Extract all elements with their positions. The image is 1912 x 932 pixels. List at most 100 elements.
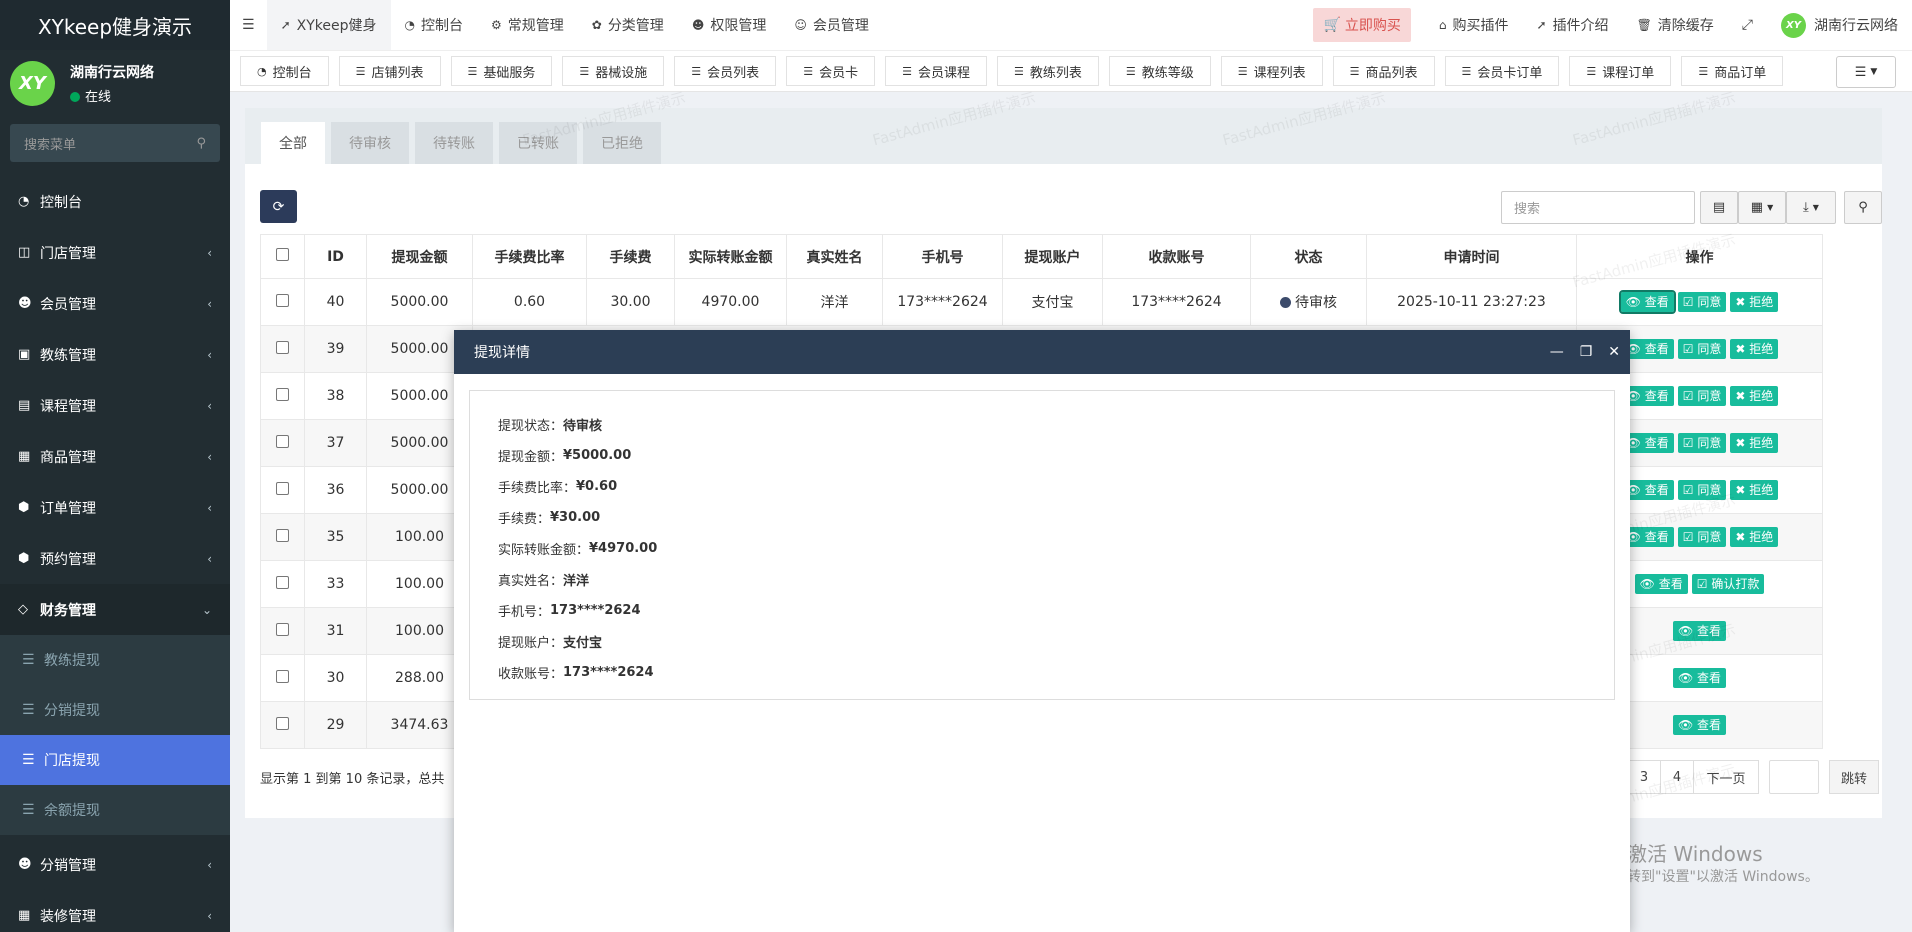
sidebar-item-dashboard[interactable]: ◔ 控制台 [0, 176, 230, 227]
agree-button[interactable]: ☑ 同意 [1677, 433, 1727, 453]
col-rate[interactable]: 手续费比率 [472, 234, 587, 279]
topnav-category[interactable]: ✿ 分类管理 [578, 0, 678, 50]
col-receive[interactable]: 收款账号 [1102, 234, 1251, 279]
sidebar-item-store-withdraw[interactable]: ☰ 门店提现 [0, 735, 230, 785]
view-button[interactable]: 👁 查看 [1634, 574, 1688, 594]
tab-goods-order[interactable]: ☰ 商品订单 [1681, 56, 1784, 86]
tab-coach-level[interactable]: ☰ 教练等级 [1108, 56, 1211, 86]
row-checkbox[interactable] [260, 560, 305, 608]
sidebar-item-finance[interactable]: ◇ 财务管理 ⌄ [0, 584, 230, 635]
topnav-permission[interactable]: ☻ 权限管理 [678, 0, 781, 50]
tab-equipment[interactable]: ☰ 器械设施 [562, 56, 665, 86]
reject-button[interactable]: ✖ 拒绝 [1730, 292, 1779, 312]
status-tab-to-transfer[interactable]: 待转账 [415, 122, 493, 164]
status-tab-pending[interactable]: 待审核 [331, 122, 409, 164]
clear-cache-link[interactable]: 🗑 清除缓存 [1623, 0, 1728, 50]
tab-basic-service[interactable]: ☰ 基础服务 [450, 56, 553, 86]
sidebar-item-coach[interactable]: ▣ 教练管理 ‹ [0, 329, 230, 380]
row-checkbox[interactable] [260, 466, 305, 514]
row-checkbox[interactable] [260, 372, 305, 420]
buy-now-button[interactable]: 🛒 立即购买 [1313, 8, 1411, 42]
tab-course-order[interactable]: ☰ 课程订单 [1569, 56, 1672, 86]
brand-logo[interactable]: XYkeep健身演示 [0, 0, 230, 50]
reject-button[interactable]: ✖ 拒绝 [1730, 339, 1779, 359]
tab-member-list[interactable]: ☰ 会员列表 [674, 56, 777, 86]
tab-member-card[interactable]: ☰ 会员卡 [786, 56, 876, 86]
view-button[interactable]: 👁 查看 [1672, 715, 1727, 735]
col-name[interactable]: 真实姓名 [786, 234, 883, 279]
sidebar-item-distribution-withdraw[interactable]: ☰ 分销提现 [0, 685, 230, 735]
tab-coach-list[interactable]: ☰ 教练列表 [996, 56, 1099, 86]
confirm-payment-button[interactable]: ☑ 确认打款 [1691, 574, 1765, 594]
reject-button[interactable]: ✖ 拒绝 [1730, 386, 1779, 406]
table-search-input[interactable]: 搜索 [1501, 191, 1695, 224]
view-button[interactable]: 👁 查看 [1672, 668, 1727, 688]
page-3[interactable]: 3 [1627, 760, 1661, 794]
agree-button[interactable]: ☑ 同意 [1677, 386, 1727, 406]
sidebar-item-member[interactable]: ☻ 会员管理 ‹ [0, 278, 230, 329]
tab-menu-button[interactable]: ☰ ▼ [1836, 56, 1896, 88]
row-checkbox[interactable] [260, 513, 305, 561]
export-button[interactable]: ⤓ ▼ [1786, 191, 1836, 224]
tab-goods-list[interactable]: ☰ 商品列表 [1332, 56, 1435, 86]
reject-button[interactable]: ✖ 拒绝 [1730, 527, 1779, 547]
topnav-user[interactable]: XY 湖南行云网络 [1767, 0, 1912, 50]
tab-card-order[interactable]: ☰ 会员卡订单 [1444, 56, 1560, 86]
maximize-icon[interactable]: ❐ [1580, 344, 1593, 360]
search-icon[interactable]: ⚲ [196, 136, 206, 151]
sidebar-toggle-icon[interactable]: ☰ [230, 0, 267, 50]
topnav-member[interactable]: ☺ 会员管理 [780, 0, 883, 50]
col-fee[interactable]: 手续费 [586, 234, 675, 279]
next-page-button[interactable]: 下一页 [1693, 760, 1759, 794]
topnav-general[interactable]: ⚙ 常规管理 [477, 0, 578, 50]
agree-button[interactable]: ☑ 同意 [1677, 480, 1727, 500]
sidebar-item-booking[interactable]: ⬢ 预约管理 ‹ [0, 533, 230, 584]
page-jump-input[interactable] [1769, 760, 1819, 794]
status-tab-transferred[interactable]: 已转账 [499, 122, 577, 164]
row-checkbox[interactable] [260, 419, 305, 467]
sidebar-item-coach-withdraw[interactable]: ☰ 教练提现 [0, 635, 230, 685]
columns-button[interactable]: ▦ ▼ [1738, 191, 1786, 224]
agree-button[interactable]: ☑ 同意 [1677, 339, 1727, 359]
toggle-view-button[interactable]: ▤ [1700, 191, 1738, 224]
tab-dashboard[interactable]: ◔ 控制台 [240, 56, 329, 86]
col-time[interactable]: 申请时间 [1366, 234, 1577, 279]
col-actual[interactable]: 实际转账金额 [674, 234, 787, 279]
buy-plugin-link[interactable]: ⌂ 购买插件 [1425, 0, 1523, 50]
fullscreen-icon[interactable]: ⤢ [1728, 0, 1767, 50]
reject-button[interactable]: ✖ 拒绝 [1730, 480, 1779, 500]
tab-course-list[interactable]: ☰ 课程列表 [1220, 56, 1323, 86]
col-phone[interactable]: 手机号 [882, 234, 1003, 279]
row-checkbox[interactable] [260, 701, 305, 749]
view-button[interactable]: 👁 查看 [1672, 621, 1727, 641]
agree-button[interactable]: ☑ 同意 [1677, 292, 1727, 312]
tab-member-course[interactable]: ☰ 会员课程 [885, 56, 987, 86]
col-account[interactable]: 提现账户 [1002, 234, 1103, 279]
col-id[interactable]: ID [304, 234, 367, 279]
sidebar-item-course[interactable]: ▤ 课程管理 ‹ [0, 380, 230, 431]
sidebar-item-store[interactable]: ◫ 门店管理 ‹ [0, 227, 230, 278]
page-4[interactable]: 4 [1660, 760, 1694, 794]
status-tab-rejected[interactable]: 已拒绝 [583, 122, 661, 164]
col-status[interactable]: 状态 [1250, 234, 1367, 279]
sidebar-item-distribution[interactable]: ☻ 分销管理 ‹ [0, 839, 230, 890]
reject-button[interactable]: ✖ 拒绝 [1730, 433, 1779, 453]
row-checkbox[interactable] [260, 278, 305, 326]
topnav-xykeep[interactable]: ➚ XYkeep健身 [266, 0, 391, 50]
sidebar-item-decoration[interactable]: ▦ 装修管理 ‹ [0, 890, 230, 932]
sidebar-item-balance-withdraw[interactable]: ☰ 余额提现 [0, 785, 230, 835]
select-all-checkbox[interactable] [260, 234, 305, 279]
tab-store-list[interactable]: ☰ 店铺列表 [338, 56, 441, 86]
plugin-intro-link[interactable]: ➚ 插件介绍 [1523, 0, 1623, 50]
close-icon[interactable]: ✕ [1608, 344, 1620, 360]
menu-search-input[interactable]: 搜索菜单 ⚲ [10, 124, 220, 162]
col-amount[interactable]: 提现金额 [366, 234, 473, 279]
status-tab-all[interactable]: 全部 [261, 122, 325, 164]
sidebar-item-order[interactable]: ⬢ 订单管理 ‹ [0, 482, 230, 533]
topnav-dashboard[interactable]: ◔ 控制台 [391, 0, 477, 50]
minimize-icon[interactable]: — [1550, 344, 1564, 360]
refresh-button[interactable]: ⟳ [260, 190, 297, 223]
page-jump-button[interactable]: 跳转 [1829, 760, 1879, 794]
view-button[interactable]: 👁 查看 [1618, 290, 1676, 314]
row-checkbox[interactable] [260, 325, 305, 373]
